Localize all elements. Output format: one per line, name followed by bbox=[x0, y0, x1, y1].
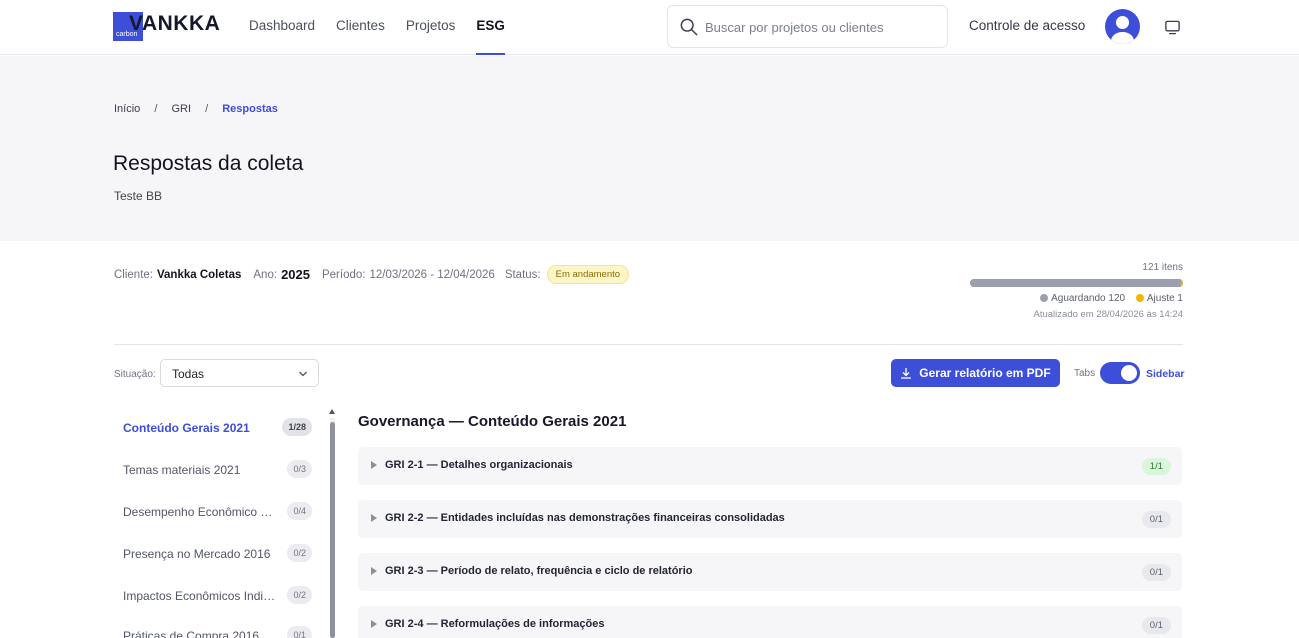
collection-meta: Cliente: Vankka Coletas Ano: 2025 Períod… bbox=[114, 265, 630, 284]
expand-arrow-icon bbox=[371, 567, 377, 575]
sidebar-item-praticas-compra[interactable]: Práticas de Compra 2016 0/1 bbox=[113, 621, 315, 638]
nav-clientes[interactable]: Clientes bbox=[336, 18, 385, 55]
page-hero: Início / GRI / Respostas Respostas da co… bbox=[0, 56, 1299, 241]
adjust-label: Ajuste 1 bbox=[1146, 293, 1183, 304]
layout-toggle[interactable] bbox=[1100, 362, 1140, 384]
adjust-dot-icon bbox=[1135, 294, 1144, 302]
sidebar-item-label: Conteúdo Gerais 2021 bbox=[123, 421, 250, 435]
sidebar-item-label: Presença no Mercado 2016 bbox=[123, 547, 271, 561]
scrollbar-thumb[interactable] bbox=[330, 422, 335, 638]
toggle-knob bbox=[1121, 365, 1137, 381]
sidebar-item-presenca-mercado[interactable]: Presença no Mercado 2016 0/2 bbox=[113, 539, 315, 569]
sidebar-label: Sidebar bbox=[1146, 368, 1185, 380]
items-count: 121 itens bbox=[1142, 262, 1183, 273]
page-subtitle: Teste BB bbox=[114, 189, 163, 203]
divider bbox=[114, 344, 1183, 345]
expand-arrow-icon bbox=[371, 514, 377, 522]
avatar-head bbox=[1116, 16, 1129, 29]
client-value: Vankka Coletas bbox=[157, 268, 242, 281]
breadcrumb-separator: / bbox=[205, 103, 209, 115]
year-label: Ano: bbox=[253, 268, 278, 281]
sidebar-item-temas-materiais[interactable]: Temas materiais 2021 0/3 bbox=[113, 455, 315, 485]
situation-value: Todas bbox=[172, 367, 205, 381]
search-input[interactable] bbox=[705, 16, 935, 38]
nav-dashboard[interactable]: Dashboard bbox=[249, 18, 315, 55]
accordion-item-count: 0/1 bbox=[1141, 564, 1171, 581]
accordion-item[interactable]: GRI 2-3 — Período de relato, frequência … bbox=[358, 553, 1182, 591]
waiting-label: Aguardando 120 bbox=[1051, 293, 1126, 304]
download-icon bbox=[901, 368, 912, 379]
logo[interactable]: carbon VANKKA bbox=[113, 12, 233, 42]
breadcrumb-inicio[interactable]: Início bbox=[114, 103, 140, 115]
nav-projetos[interactable]: Projetos bbox=[406, 18, 456, 55]
avatar[interactable] bbox=[1105, 9, 1140, 44]
breadcrumb-gri[interactable]: GRI bbox=[171, 103, 191, 115]
sidebar-item-conteudo-gerais[interactable]: Conteúdo Gerais 2021 1/28 bbox=[113, 413, 315, 443]
situation-select[interactable]: Todas bbox=[160, 359, 319, 387]
sidebar-item-label: Desempenho Econômico 2016 bbox=[123, 505, 279, 519]
generate-pdf-button[interactable]: Gerar relatório em PDF bbox=[891, 359, 1060, 387]
progress-summary: 121 itens Aguardando 120 Ajuste 1 Atuali… bbox=[970, 262, 1183, 320]
accordion-item-label: GRI 2-1 — Detalhes organizacionais bbox=[385, 459, 573, 471]
expand-arrow-icon bbox=[371, 620, 377, 628]
sidebar-item-count: 0/2 bbox=[287, 544, 312, 562]
accordion-item-label: GRI 2-3 — Período de relato, frequência … bbox=[385, 565, 693, 577]
situation-label: Situação: bbox=[114, 369, 156, 380]
sidebar-item-label: Impactos Econômicos Indiretos 2016 bbox=[123, 589, 279, 603]
accordion-item-count: 0/1 bbox=[1141, 511, 1171, 528]
sidebar-item-count: 0/2 bbox=[287, 586, 312, 604]
breadcrumb-respostas: Respostas bbox=[222, 103, 278, 115]
status-label: Status: bbox=[504, 268, 541, 281]
client-label: Cliente: bbox=[114, 268, 153, 281]
sidebar-item-desempenho-economico[interactable]: Desempenho Econômico 2016 0/4 bbox=[113, 497, 315, 527]
progress-fill-adjust bbox=[1181, 279, 1183, 287]
accordion-item-count: 0/1 bbox=[1141, 617, 1171, 634]
accordion-item-label: GRI 2-4 — Reformulações de informações bbox=[385, 618, 605, 630]
period-value: 12/03/2026 - 12/04/2026 bbox=[369, 268, 495, 281]
search-box[interactable] bbox=[667, 5, 948, 48]
accordion-item-count: 1/1 bbox=[1141, 458, 1171, 475]
monitor-icon[interactable] bbox=[1164, 19, 1181, 36]
sidebar-item-count: 0/1 bbox=[287, 626, 312, 638]
accordion-item[interactable]: GRI 2-2 — Entidades incluídas nas demons… bbox=[358, 500, 1182, 538]
accordion-item-label: GRI 2-2 — Entidades incluídas nas demons… bbox=[385, 512, 785, 524]
generate-pdf-label: Gerar relatório em PDF bbox=[919, 366, 1051, 380]
access-control-link[interactable]: Controle de acesso bbox=[969, 18, 1085, 33]
sidebar-item-count: 0/4 bbox=[287, 502, 312, 520]
progress-fill-waiting bbox=[970, 279, 1182, 287]
page-title: Respostas da coleta bbox=[113, 152, 304, 175]
avatar-body bbox=[1111, 32, 1134, 44]
chevron-down-icon bbox=[299, 371, 307, 377]
status-badge: Em andamento bbox=[546, 265, 630, 284]
main-nav: Dashboard Clientes Projetos ESG bbox=[249, 18, 526, 55]
breadcrumb: Início / GRI / Respostas bbox=[114, 103, 278, 115]
section-title: Governança — Conteúdo Gerais 2021 bbox=[358, 413, 627, 430]
sidebar-item-impactos-economicos[interactable]: Impactos Econômicos Indiretos 2016 0/2 bbox=[113, 581, 315, 611]
scroll-up-arrow[interactable] bbox=[329, 409, 335, 414]
top-bar: carbon VANKKA Dashboard Clientes Projeto… bbox=[0, 0, 1299, 55]
breadcrumb-separator: / bbox=[154, 103, 158, 115]
period-label: Período: bbox=[321, 268, 366, 281]
sidebar-item-label: Temas materiais 2021 bbox=[123, 463, 241, 477]
updated-timestamp: Atualizado em 28/04/2026 às 14:24 bbox=[1033, 309, 1183, 320]
accordion-item[interactable]: GRI 2-4 — Reformulações de informações 0… bbox=[358, 606, 1182, 638]
expand-arrow-icon bbox=[371, 461, 377, 469]
sidebar-item-label: Práticas de Compra 2016 bbox=[123, 629, 260, 638]
accordion-item[interactable]: GRI 2-1 — Detalhes organizacionais 1/1 bbox=[358, 447, 1182, 485]
progress-legend: Aguardando 120 Ajuste 1 bbox=[970, 293, 1183, 304]
sidebar-item-count: 1/28 bbox=[282, 418, 312, 436]
progress-bar bbox=[970, 279, 1183, 287]
waiting-dot-icon bbox=[1040, 294, 1049, 302]
nav-esg[interactable]: ESG bbox=[476, 18, 505, 55]
logo-text: VANKKA bbox=[129, 12, 221, 35]
sidebar-item-count: 0/3 bbox=[287, 460, 312, 478]
tabs-label: Tabs bbox=[1074, 368, 1096, 379]
year-value: 2025 bbox=[281, 267, 310, 282]
search-icon bbox=[680, 18, 698, 36]
